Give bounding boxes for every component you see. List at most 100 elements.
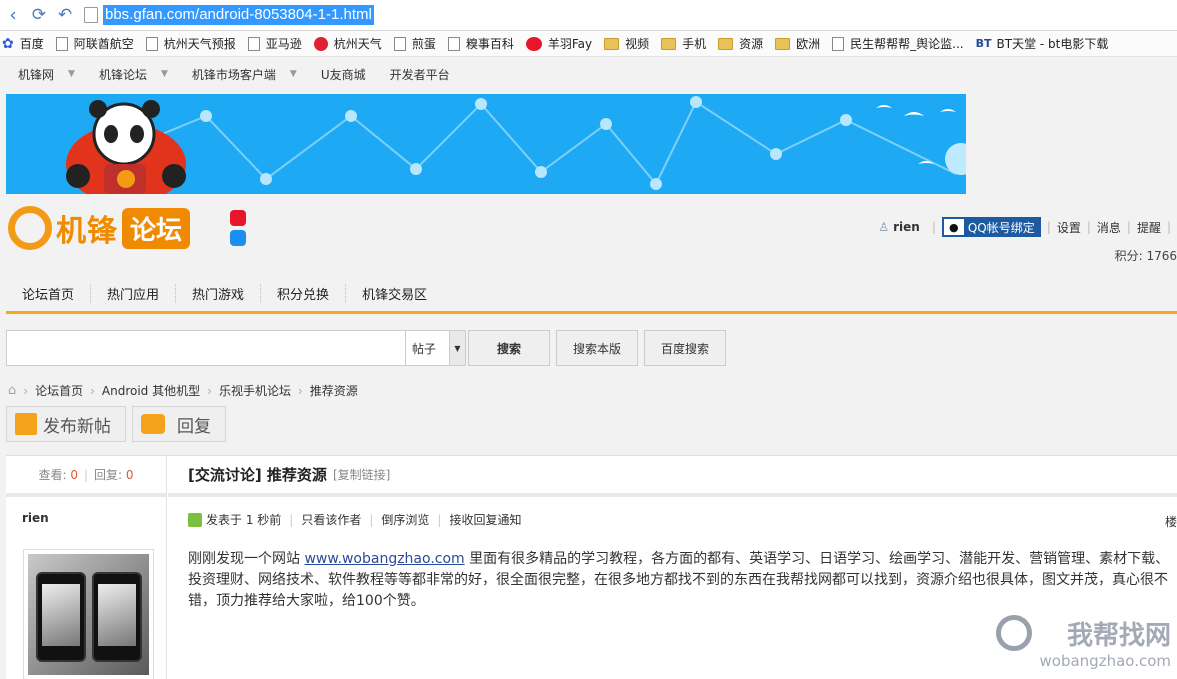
- search-board-button[interactable]: 搜索本版: [556, 330, 639, 366]
- topnav-item[interactable]: U友商城: [321, 66, 366, 83]
- main-nav-item[interactable]: 积分兑换: [261, 284, 347, 303]
- post-body-link[interactable]: www.wobangzhao.com: [304, 551, 464, 567]
- bookmark-label: 手机: [682, 37, 707, 51]
- qq-bind-button[interactable]: ● QQ帐号绑定: [941, 217, 1041, 237]
- replies-label: 回复:: [94, 468, 123, 482]
- bookmark-label: 阿联酋航空: [73, 37, 134, 51]
- post-author-column: 查看: 0 | 回复: 0 rien: [6, 456, 167, 679]
- bookmark-item[interactable]: 羊羽Fay: [525, 35, 592, 52]
- chevron-down-icon[interactable]: ▼: [161, 69, 168, 79]
- folder-icon: [718, 37, 734, 50]
- post-content-column: [交流讨论] 推荐资源 [复制链接] 发表于 1 秒前 | 只看该作者 | 倒序…: [168, 456, 1177, 679]
- separator: |: [437, 512, 442, 527]
- social-links: [230, 210, 246, 246]
- main-nav-item[interactable]: 机锋交易区: [346, 284, 443, 303]
- breadcrumb-separator-icon: ›: [23, 383, 29, 398]
- chat-icon: [141, 414, 165, 434]
- reply-notify-link[interactable]: 接收回复通知: [449, 511, 521, 528]
- logo-box-text: 论坛: [122, 207, 191, 249]
- url-text[interactable]: bbs.gfan.com/android-8053804-1-1.html: [103, 5, 374, 25]
- bookmark-item[interactable]: 杭州天气: [313, 35, 382, 52]
- logo-icon: [8, 206, 52, 250]
- baidu-search-button[interactable]: 百度搜索: [644, 330, 727, 366]
- separator: |: [1086, 220, 1091, 234]
- copy-link[interactable]: [复制链接]: [333, 466, 390, 483]
- home-icon[interactable]: ⌂: [8, 383, 16, 398]
- avatar-image: [28, 554, 149, 675]
- watermark-en: wobangzhao.com: [1039, 652, 1171, 670]
- avatar[interactable]: [23, 549, 154, 679]
- post-body-text: 刚刚发现一个网站: [188, 551, 305, 567]
- folder-icon: [661, 37, 677, 50]
- refresh-icon[interactable]: ⟳: [26, 2, 52, 28]
- bookmark-item[interactable]: 欧洲: [775, 35, 820, 52]
- only-author-link[interactable]: 只看该作者: [301, 511, 361, 528]
- watermark: 我帮找网 wobangzhao.com: [995, 615, 1171, 670]
- search-bar: 帖子 ▼ 搜索 搜索本版 百度搜索: [6, 329, 727, 367]
- banner[interactable]: [6, 94, 966, 194]
- main-nav-item[interactable]: 论坛首页: [6, 284, 92, 303]
- bookmark-label: 欧洲: [796, 37, 821, 51]
- page-icon: [55, 36, 68, 51]
- search-button[interactable]: 搜索: [468, 330, 550, 366]
- weibo-icon: [525, 36, 542, 51]
- qq-icon: ●: [943, 219, 964, 235]
- main-nav-item[interactable]: 热门游戏: [176, 284, 262, 303]
- author-name[interactable]: rien: [6, 497, 166, 525]
- chevron-down-icon[interactable]: ▼: [68, 69, 75, 79]
- topnav-item[interactable]: 机锋论坛 ▼: [99, 66, 168, 83]
- points-display[interactable]: 积分: 1766: [1115, 247, 1177, 264]
- chevron-down-icon[interactable]: ▼: [290, 69, 297, 79]
- bt-icon: BT: [975, 37, 992, 50]
- page-icon: [145, 36, 158, 51]
- bookmark-label: 煎蛋: [411, 37, 436, 51]
- search-type-select[interactable]: 帖子 ▼: [406, 330, 466, 366]
- bookmarks-bar: ✿ 百度 阿联酋航空 杭州天气预报 亚马逊 杭州天气 煎蛋 糗事百科 羊羽Fay 视频 手机 资源 欧洲…: [0, 31, 1177, 57]
- reverse-order-link[interactable]: 倒序浏览: [381, 511, 429, 528]
- folder-icon: [604, 37, 620, 50]
- settings-link[interactable]: 设置: [1057, 219, 1081, 236]
- bookmark-item[interactable]: 亚马逊: [247, 35, 302, 52]
- main-nav-item[interactable]: 热门应用: [91, 284, 177, 303]
- bookmark-item[interactable]: 杭州天气预报: [145, 35, 236, 52]
- bookmark-label: 视频: [625, 37, 650, 51]
- bookmark-item[interactable]: 视频: [604, 35, 649, 52]
- breadcrumb-item[interactable]: 乐视手机论坛: [219, 382, 291, 399]
- dropdown-arrow-icon[interactable]: ▼: [449, 331, 465, 365]
- reply-button[interactable]: 回复: [132, 406, 226, 442]
- bookmark-item[interactable]: 阿联酋航空: [55, 35, 134, 52]
- topnav-item[interactable]: 开发者平台: [390, 66, 450, 83]
- bookmark-item[interactable]: 手机: [661, 35, 706, 52]
- new-post-label: 发布新帖: [43, 416, 111, 437]
- user-icon: ♙: [878, 220, 890, 234]
- new-post-button[interactable]: 发布新帖: [6, 406, 126, 442]
- search-input[interactable]: [6, 330, 406, 366]
- bookmark-item[interactable]: 煎蛋: [393, 35, 436, 52]
- bookmark-item[interactable]: BT BT天堂 - bt电影下载: [976, 35, 1109, 52]
- bookmark-item[interactable]: ✿ 百度: [2, 35, 44, 52]
- site-logo[interactable]: 机锋 论坛: [8, 206, 191, 250]
- topnav-label: 机锋网: [18, 67, 55, 82]
- breadcrumb-item[interactable]: 论坛首页: [35, 382, 83, 399]
- breadcrumb-item[interactable]: Android 其他机型: [102, 382, 200, 399]
- topnav-item[interactable]: 机锋市场客户端 ▼: [192, 66, 297, 83]
- breadcrumb-item[interactable]: 推荐资源: [310, 382, 358, 399]
- topnav-item[interactable]: 机锋网 ▼: [18, 66, 75, 83]
- notifications-link[interactable]: 提醒: [1137, 219, 1161, 236]
- username-link[interactable]: rien: [893, 220, 920, 234]
- back-icon[interactable]: ‹: [0, 2, 26, 28]
- messages-link[interactable]: 消息: [1097, 219, 1121, 236]
- undo-icon[interactable]: ↶: [52, 2, 78, 28]
- url-field[interactable]: bbs.gfan.com/android-8053804-1-1.html: [84, 4, 374, 27]
- bookmark-item[interactable]: 资源: [718, 35, 763, 52]
- bookmark-item[interactable]: 民生帮帮帮_舆论监...: [832, 35, 964, 52]
- watermark-cn: 我帮找网: [1066, 621, 1171, 651]
- weibo-icon[interactable]: [230, 210, 246, 226]
- page-icon: [447, 36, 460, 51]
- breadcrumb-separator-icon: ›: [207, 383, 212, 398]
- breadcrumb-separator-icon: ›: [90, 383, 95, 398]
- topnav-label: U友商城: [320, 67, 366, 82]
- phone-image: [92, 572, 142, 662]
- tencent-weibo-icon[interactable]: [230, 230, 246, 246]
- bookmark-item[interactable]: 糗事百科: [447, 35, 514, 52]
